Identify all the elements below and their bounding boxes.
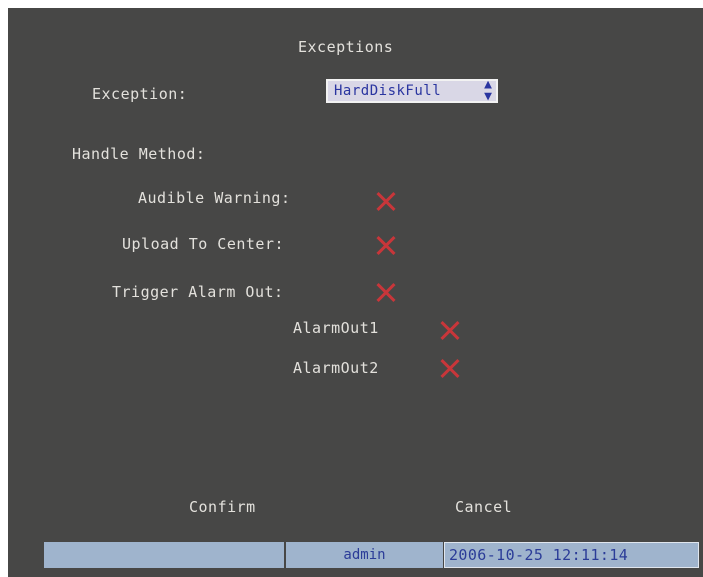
alarmout2-checkbox[interactable] xyxy=(440,358,460,378)
updown-arrow-icon: ▲ ▼ xyxy=(484,77,492,104)
status-bar-blank xyxy=(44,542,284,568)
cancel-button[interactable]: Cancel xyxy=(455,498,512,516)
upload-to-center-label: Upload To Center: xyxy=(122,235,285,253)
exception-select[interactable]: HardDiskFull ▲ ▼ xyxy=(326,77,498,104)
audible-warning-checkbox[interactable] xyxy=(376,191,396,211)
audible-warning-label: Audible Warning: xyxy=(138,189,291,207)
exception-select-value: HardDiskFull xyxy=(334,83,442,99)
handle-method-label: Handle Method: xyxy=(72,145,206,163)
status-user: admin xyxy=(286,542,443,568)
status-datetime: 2006-10-25 12:11:14 xyxy=(444,542,699,568)
trigger-alarm-out-checkbox[interactable] xyxy=(376,282,396,302)
upload-to-center-checkbox[interactable] xyxy=(376,235,396,255)
confirm-button[interactable]: Confirm xyxy=(189,498,256,516)
exception-label: Exception: xyxy=(92,85,188,103)
alarmout1-checkbox[interactable] xyxy=(440,320,460,340)
alarmout2-label: AlarmOut2 xyxy=(293,359,379,377)
trigger-alarm-out-label: Trigger Alarm Out: xyxy=(112,283,284,301)
dialog-title: Exceptions xyxy=(298,38,394,56)
alarmout1-label: AlarmOut1 xyxy=(293,319,379,337)
